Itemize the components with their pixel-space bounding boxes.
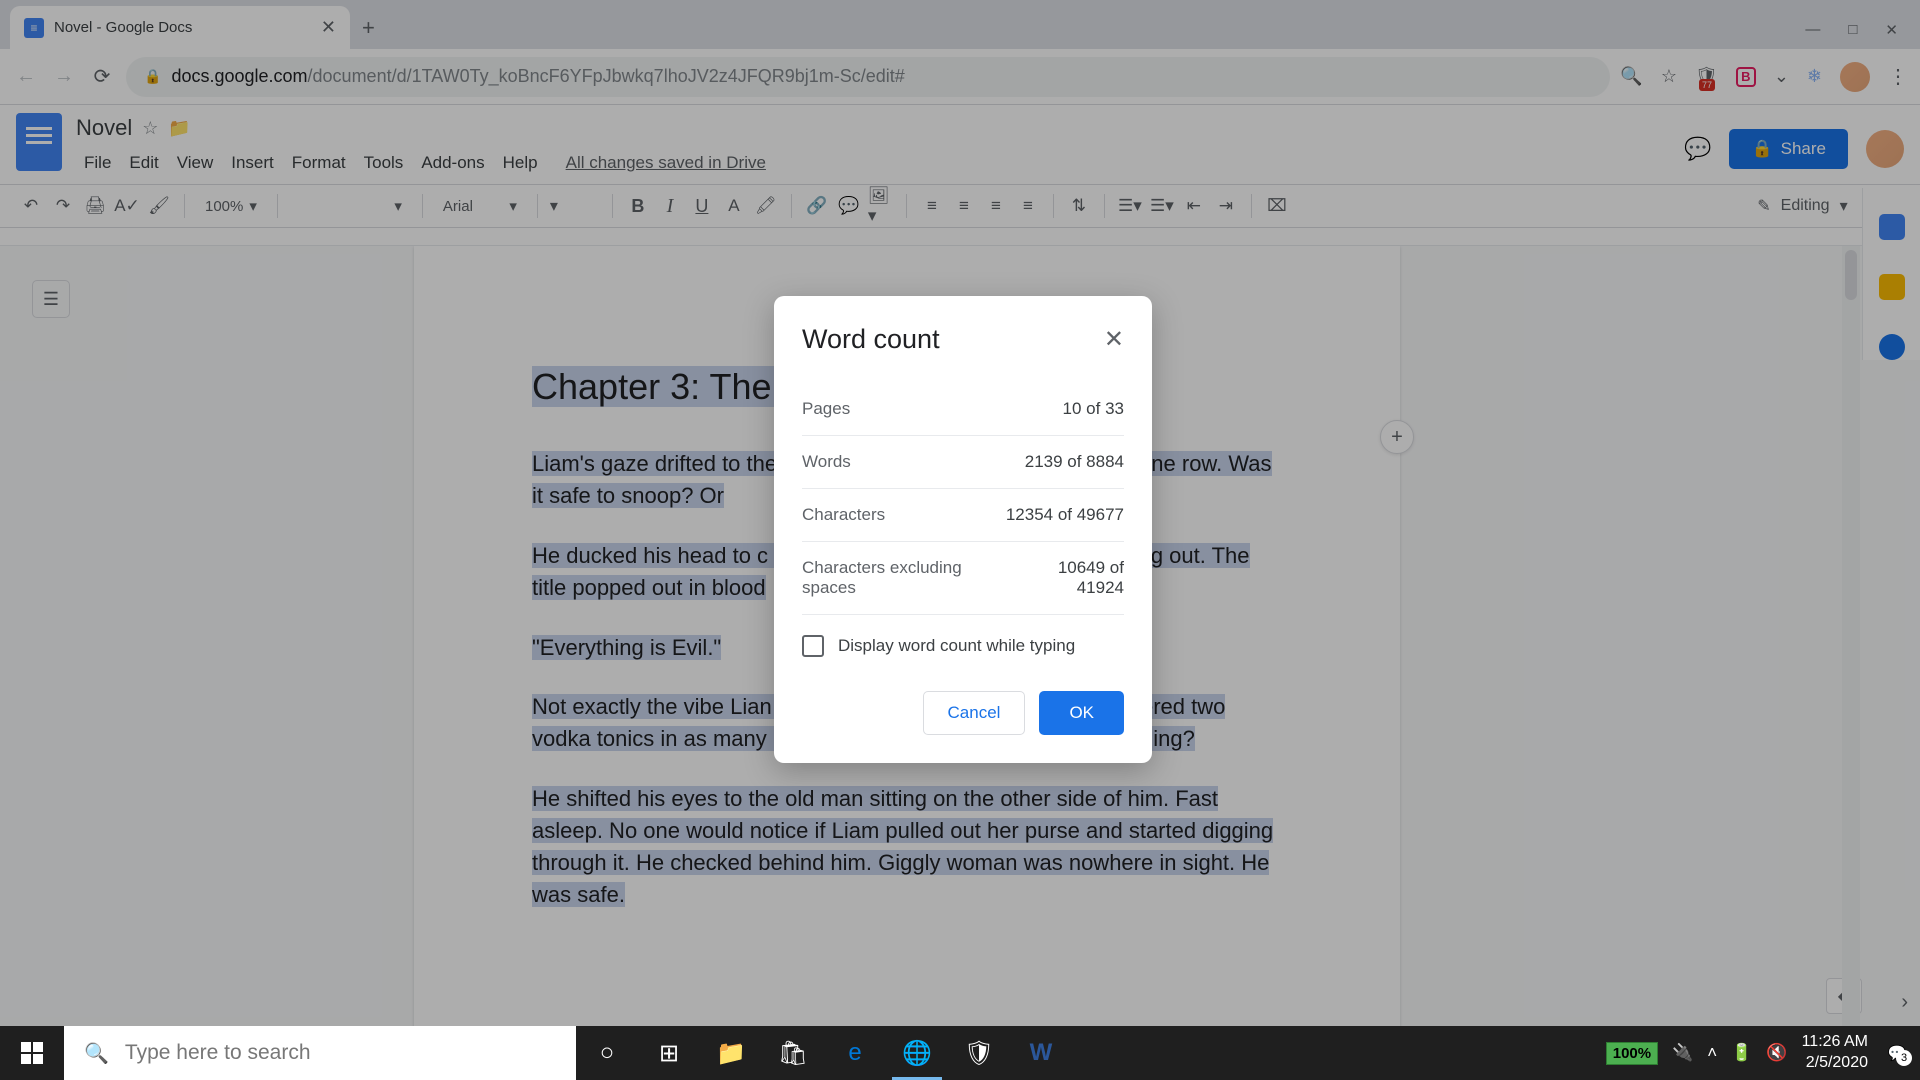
stat-value: 12354 of 49677: [1006, 505, 1124, 525]
system-clock[interactable]: 11:26 AM 2/5/2020: [1802, 1032, 1868, 1074]
action-center-icon[interactable]: 💬3: [1882, 1038, 1912, 1068]
ok-button[interactable]: OK: [1039, 691, 1124, 735]
dialog-title: Word count: [802, 324, 940, 355]
dialog-close-icon[interactable]: ✕: [1104, 325, 1124, 354]
notification-badge: 3: [1896, 1050, 1912, 1066]
volume-mute-icon[interactable]: 🔇: [1766, 1043, 1787, 1063]
file-explorer-icon[interactable]: 📁: [700, 1026, 762, 1080]
stat-label: Words: [802, 452, 851, 472]
display-while-typing-row: Display word count while typing: [802, 615, 1124, 691]
stat-label: Characters: [802, 505, 885, 525]
battery-percentage[interactable]: 100%: [1606, 1042, 1658, 1065]
stat-value: 2139 of 8884: [1025, 452, 1124, 472]
windows-taskbar: 🔍 Type here to search ○ ⊞ 📁 🛍 e 🌐 🛡 W 10…: [0, 1026, 1920, 1080]
display-while-typing-checkbox[interactable]: [802, 635, 824, 657]
time: 11:26 AM: [1802, 1032, 1868, 1053]
security-app-icon[interactable]: 🛡: [948, 1026, 1010, 1080]
stat-row-pages: Pages 10 of 33: [802, 383, 1124, 436]
stat-label: Pages: [802, 399, 850, 419]
stat-value: 10 of 33: [1063, 399, 1124, 419]
cancel-button[interactable]: Cancel: [923, 691, 1026, 735]
stat-label: Characters excluding spaces: [802, 558, 1011, 598]
tray-chevron-icon[interactable]: ˄: [1707, 1043, 1717, 1063]
search-placeholder: Type here to search: [125, 1041, 311, 1065]
word-count-dialog: Word count ✕ Pages 10 of 33 Words 2139 o…: [774, 296, 1152, 763]
taskbar-search[interactable]: 🔍 Type here to search: [64, 1026, 576, 1080]
task-view-icon[interactable]: ⊞: [638, 1026, 700, 1080]
word-app-icon[interactable]: W: [1010, 1026, 1072, 1080]
checkbox-label: Display word count while typing: [838, 636, 1075, 656]
stat-row-characters-no-spaces: Characters excluding spaces 10649 of 419…: [802, 542, 1124, 615]
stat-value: 10649 of 41924: [1011, 558, 1124, 598]
windows-logo-icon: [21, 1042, 43, 1064]
stat-row-characters: Characters 12354 of 49677: [802, 489, 1124, 542]
microsoft-store-icon[interactable]: 🛍: [762, 1026, 824, 1080]
battery-icon[interactable]: 🔋: [1731, 1043, 1752, 1063]
stat-row-words: Words 2139 of 8884: [802, 436, 1124, 489]
cortana-icon[interactable]: ○: [576, 1026, 638, 1080]
power-icon[interactable]: 🔌: [1672, 1043, 1693, 1063]
start-button[interactable]: [0, 1026, 64, 1080]
search-icon: 🔍: [84, 1041, 109, 1066]
chrome-icon[interactable]: 🌐: [886, 1026, 948, 1080]
edge-icon[interactable]: e: [824, 1026, 886, 1080]
date: 2/5/2020: [1802, 1053, 1868, 1074]
